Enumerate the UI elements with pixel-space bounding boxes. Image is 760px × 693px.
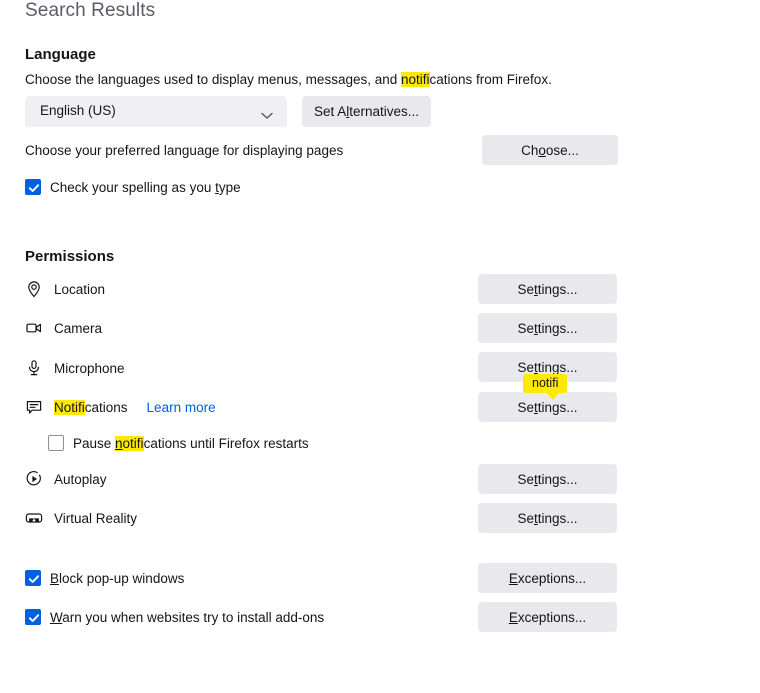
search-term-tooltip: notifi	[523, 374, 568, 400]
warn-addons-label: Warn you when websites try to install ad…	[50, 609, 325, 625]
choose-button[interactable]: Choose...	[482, 135, 618, 165]
settings-label: Settings...	[517, 359, 578, 375]
block-popups-checkbox[interactable]	[25, 570, 41, 586]
search-highlight: Notifi	[54, 399, 85, 415]
permission-label-location: Location	[54, 281, 106, 297]
pause-notifications-checkbox[interactable]	[48, 435, 64, 451]
block-popups-label: Block pop-up windows	[50, 570, 185, 586]
set-alternatives-label: Set Alternatives...	[313, 104, 420, 119]
permission-row-notifications: Notifications Learn more	[25, 398, 216, 416]
settings-label: Settings...	[517, 320, 578, 336]
pause-notifications-label: Pause notifications until Firefox restar…	[73, 435, 309, 451]
permission-row-camera: Camera	[25, 319, 102, 337]
warn-addons-checkbox[interactable]	[25, 609, 41, 625]
exceptions-button-popups[interactable]: Exceptions...	[478, 563, 617, 593]
section-heading-language: Language	[25, 46, 96, 63]
search-highlight: notifi	[401, 72, 430, 87]
chevron-down-icon	[261, 107, 273, 119]
permission-label-microphone: Microphone	[54, 360, 125, 376]
learn-more-link[interactable]: Learn more	[147, 400, 216, 415]
pause-notifications-checkbox-row[interactable]: Pause notifications until Firefox restar…	[48, 435, 309, 451]
permission-label-autoplay: Autoplay	[54, 471, 107, 487]
settings-button-location[interactable]: Settings...	[478, 274, 617, 304]
exceptions-button-addons[interactable]: Exceptions...	[478, 602, 617, 632]
settings-button-camera[interactable]: Settings...	[478, 313, 617, 343]
notifications-icon	[25, 398, 43, 416]
autoplay-icon	[25, 470, 43, 488]
preferred-language-description: Choose your preferred language for displ…	[25, 143, 344, 158]
exceptions-label: Exceptions...	[508, 570, 587, 586]
exceptions-label: Exceptions...	[508, 609, 587, 625]
choose-label: Choose...	[521, 142, 579, 158]
settings-label: Settings...	[517, 510, 578, 526]
camera-icon	[25, 319, 43, 337]
settings-label: Settings...	[517, 471, 578, 487]
language-description: Choose the languages used to display men…	[25, 72, 552, 87]
permission-row-microphone: Microphone	[25, 359, 125, 377]
set-alternatives-button[interactable]: Set Alternatives...	[302, 96, 431, 127]
permission-label-notifications: Notifications	[54, 399, 128, 415]
language-select-value: English (US)	[40, 103, 116, 118]
spellcheck-label: Check your spelling as you type	[50, 179, 241, 195]
permission-label-camera: Camera	[54, 320, 103, 336]
spellcheck-checkbox[interactable]	[25, 179, 41, 195]
settings-label: Settings...	[517, 281, 578, 297]
language-description-post: cations from Firefox.	[429, 72, 552, 87]
microphone-icon	[25, 359, 43, 377]
permission-row-location: Location	[25, 280, 105, 298]
virtual-reality-icon	[25, 509, 43, 527]
location-icon	[25, 280, 43, 298]
settings-label: Settings...	[517, 399, 578, 415]
spellcheck-checkbox-row[interactable]: Check your spelling as you type	[25, 179, 241, 195]
language-description-pre: Choose the languages used to display men…	[25, 72, 401, 87]
permission-label-virtual-reality: Virtual Reality	[54, 510, 138, 526]
language-select[interactable]: English (US)	[25, 96, 287, 127]
preferences-page: Search Results Language Choose the langu…	[0, 0, 760, 693]
settings-button-autoplay[interactable]: Settings...	[478, 464, 617, 494]
section-heading-permissions: Permissions	[25, 248, 115, 265]
block-popups-checkbox-row[interactable]: Block pop-up windows	[25, 570, 184, 586]
warn-addons-checkbox-row[interactable]: Warn you when websites try to install ad…	[25, 609, 324, 625]
permission-row-virtual-reality: Virtual Reality	[25, 509, 137, 527]
settings-button-virtual-reality[interactable]: Settings...	[478, 503, 617, 533]
permission-row-autoplay: Autoplay	[25, 470, 107, 488]
page-title: Search Results	[25, 0, 156, 21]
